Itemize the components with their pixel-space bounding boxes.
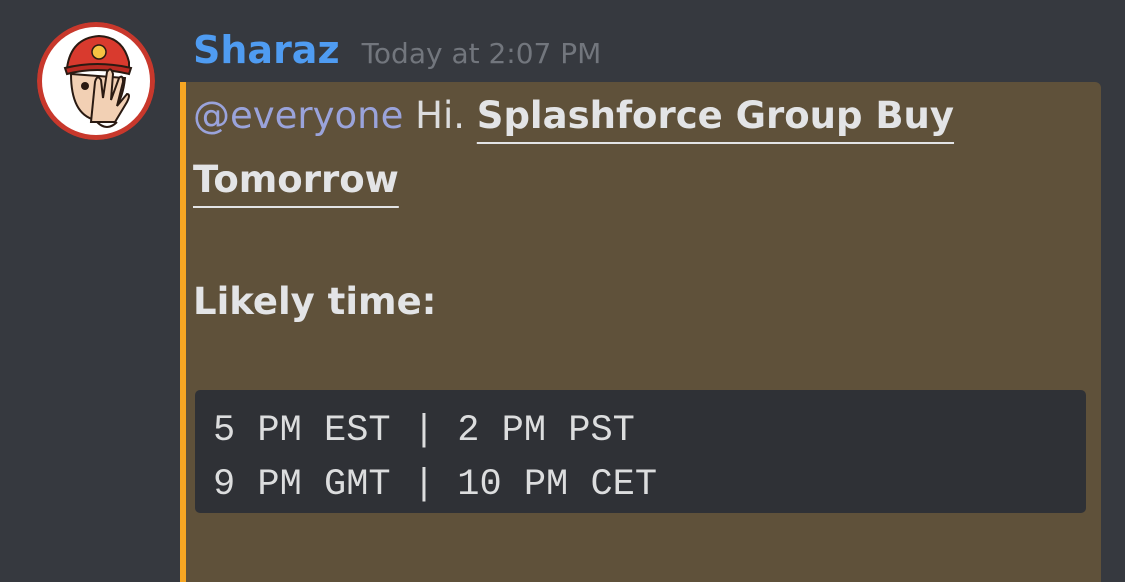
- avatar[interactable]: [37, 22, 155, 140]
- code-block: 5 PM EST | 2 PM PST 9 PM GMT | 10 PM CET: [195, 390, 1086, 513]
- headline-part-2: Tomorrow: [193, 158, 399, 201]
- chat-message: Sharaz Today at 2:07 PM @everyone Hi. Spl…: [0, 0, 1125, 582]
- message-header: Sharaz Today at 2:07 PM: [193, 28, 601, 78]
- code-line-2: 9 PM GMT | 10 PM CET: [213, 464, 658, 506]
- code-line-1: 5 PM EST | 2 PM PST: [213, 410, 635, 452]
- message-line-2: Tomorrow: [193, 156, 1083, 216]
- greeting-text: Hi.: [415, 94, 466, 137]
- mention-everyone[interactable]: @everyone: [193, 94, 403, 137]
- message-content: @everyone Hi. Splashforce Group Buy Tomo…: [193, 92, 1083, 323]
- avatar-icon: [37, 22, 155, 140]
- message-line-1: @everyone Hi. Splashforce Group Buy: [193, 92, 1083, 156]
- username[interactable]: Sharaz: [193, 28, 340, 72]
- timestamp: Today at 2:07 PM: [361, 37, 602, 70]
- subheading: Likely time:: [193, 280, 437, 323]
- headline-part-1: Splashforce Group Buy: [476, 94, 955, 137]
